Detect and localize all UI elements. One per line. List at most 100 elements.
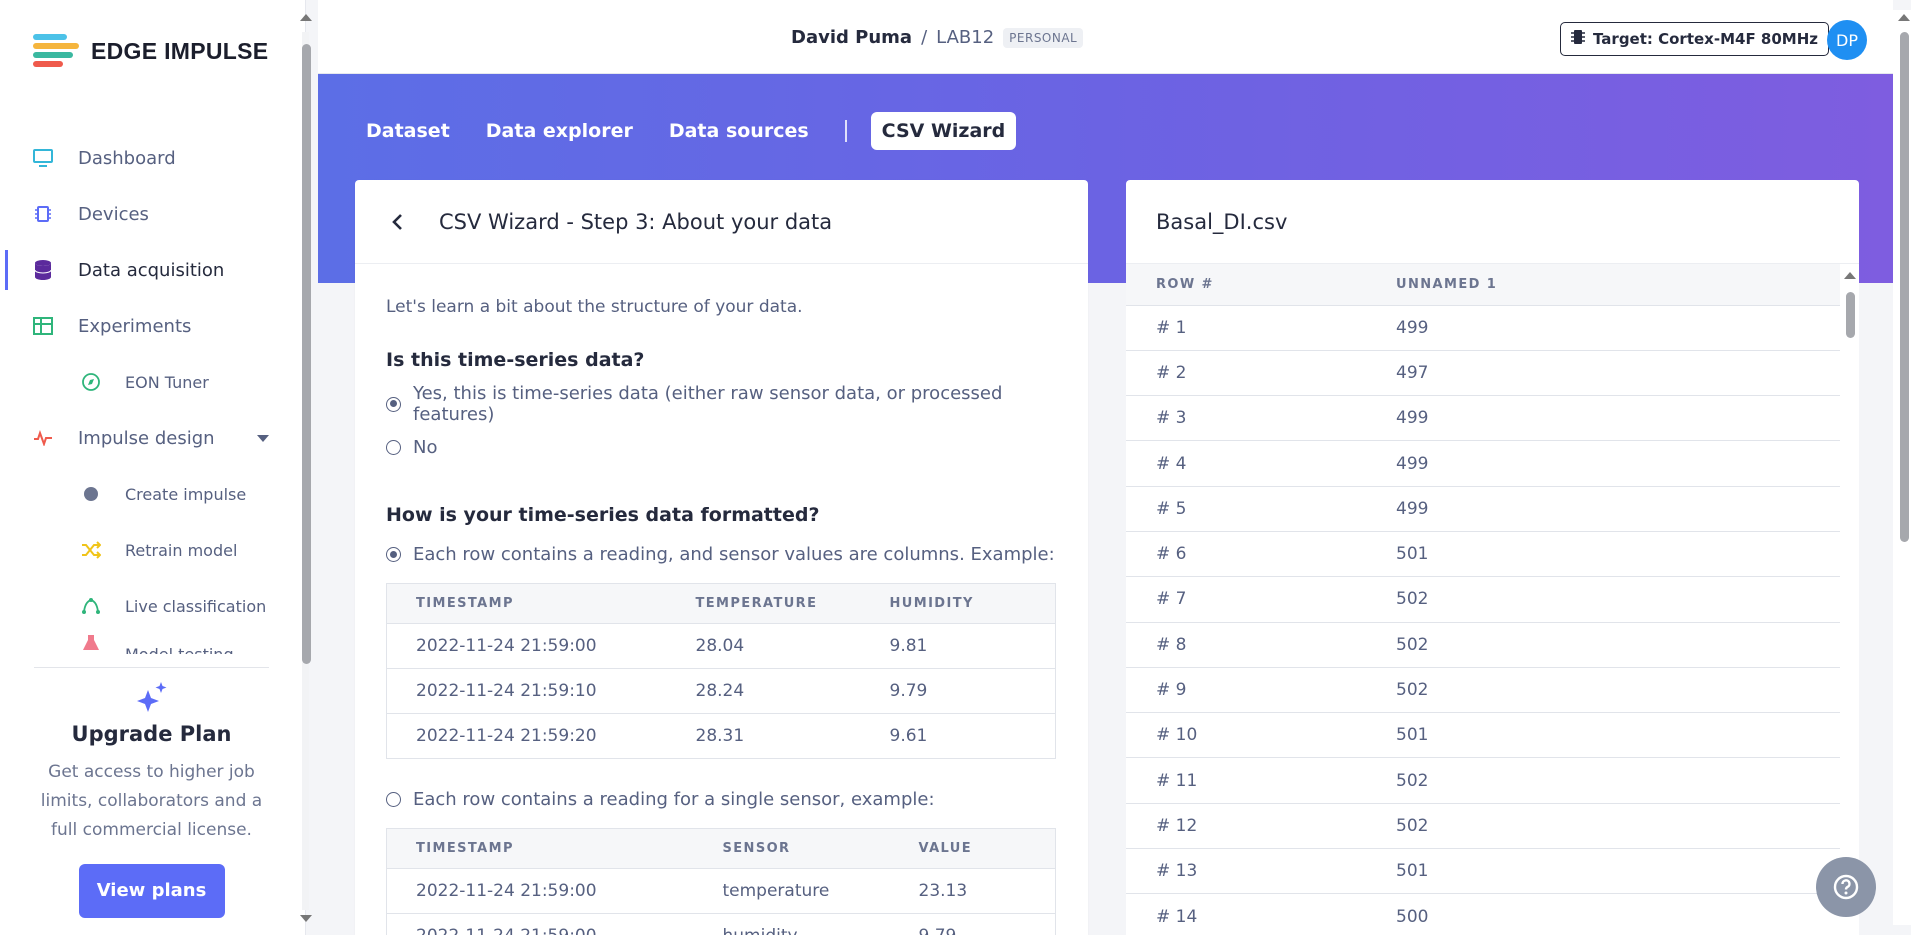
sidebar-item-impulse-design[interactable]: Impulse design — [0, 410, 300, 466]
chevron-left-icon[interactable] — [385, 210, 409, 234]
flask-icon — [80, 634, 102, 654]
sidebar-item-model-testing[interactable]: Model testing — [0, 634, 300, 654]
sidebar-item-retrain-model[interactable]: Retrain model — [0, 522, 300, 578]
column-header: SENSOR — [693, 828, 890, 869]
value-cell: 497 — [1396, 350, 1840, 397]
table-cell: 9.61 — [860, 713, 1056, 759]
column-header: TIMESTAMP — [386, 828, 694, 869]
scroll-down-arrow-icon[interactable] — [300, 915, 312, 922]
column-header: VALUE — [889, 828, 1056, 869]
scroll-thumb[interactable] — [1900, 32, 1909, 542]
row-number-cell: # 7 — [1126, 576, 1396, 623]
scroll-up-arrow-icon[interactable] — [300, 14, 312, 21]
table-row: # 8 502 — [1126, 622, 1840, 668]
card-body: Let's learn a bit about the structure of… — [355, 264, 1088, 935]
csv-preview-card: Basal_DI.csv ROW # UNNAMED 1 # 1 499 # 2 49… — [1126, 180, 1859, 935]
view-plans-button[interactable]: View plans — [78, 864, 225, 918]
help-button[interactable] — [1816, 857, 1876, 917]
value-cell: 501 — [1396, 848, 1840, 895]
breadcrumb: David Puma / LAB12 PERSONAL — [791, 27, 1084, 48]
value-cell: 500 — [1396, 893, 1840, 935]
table-header-row: ROW # UNNAMED 1 — [1126, 264, 1840, 306]
table-cell: 23.13 — [889, 868, 1056, 914]
project-name[interactable]: LAB12 — [936, 27, 994, 48]
csv-preview-table: ROW # UNNAMED 1 # 1 499 # 2 497 # 3 499 # 4 499… — [1126, 264, 1840, 935]
table-row: # 11 502 — [1126, 757, 1840, 804]
row-number-cell: # 4 — [1126, 440, 1396, 487]
table-row: 2022-11-24 21:59:00 temperature 23.13 — [386, 868, 1056, 914]
radio-button[interactable] — [386, 440, 401, 455]
table-cell: 28.31 — [666, 713, 861, 759]
value-cell: 499 — [1396, 395, 1840, 442]
tab-data-explorer[interactable]: Data explorer — [486, 120, 633, 142]
scroll-up-arrow-icon[interactable] — [1844, 272, 1856, 279]
sidebar-item-devices[interactable]: Devices — [0, 186, 300, 242]
card-header: CSV Wizard - Step 3: About your data — [355, 180, 1088, 264]
table-row: 2022-11-24 21:59:20 28.31 9.61 — [386, 713, 1056, 759]
radio-option-single-sensor[interactable]: Each row contains a reading for a single… — [386, 789, 1057, 810]
card-header: Basal_DI.csv — [1126, 180, 1859, 264]
sidebar-scrollbar[interactable] — [298, 10, 312, 925]
radio-option-no[interactable]: No — [386, 437, 1057, 458]
logo[interactable]: EDGE IMPULSE — [33, 34, 268, 68]
table-row: # 4 499 — [1126, 440, 1840, 487]
row-number-cell: # 11 — [1126, 757, 1396, 804]
row-number-cell: # 10 — [1126, 712, 1396, 759]
value-cell: 502 — [1396, 803, 1840, 850]
table-cell: temperature — [693, 868, 890, 914]
radio-button[interactable] — [386, 792, 401, 807]
radio-option-columns[interactable]: Each row contains a reading, and sensor … — [386, 544, 1057, 565]
upgrade-title: Upgrade Plan — [71, 722, 232, 746]
table-header-row: TIMESTAMP SENSOR VALUE — [386, 828, 1056, 869]
table-cell: 2022-11-24 21:59:10 — [386, 668, 667, 714]
target-label: Target: Cortex-M4F 80MHz — [1593, 30, 1818, 48]
radio-button-checked[interactable] — [386, 396, 401, 412]
table-row: # 12 502 — [1126, 803, 1840, 850]
tab-data-sources[interactable]: Data sources — [669, 120, 809, 142]
chip-icon — [32, 203, 54, 225]
csv-preview-table-wrapper[interactable]: ROW # UNNAMED 1 # 1 499 # 2 497 # 3 499 # 4 499… — [1126, 264, 1840, 935]
database-icon — [32, 259, 54, 281]
page-scrollbar[interactable] — [1893, 10, 1911, 925]
sidebar-item-experiments[interactable]: Experiments — [0, 298, 300, 354]
radio-button-checked[interactable] — [386, 547, 401, 562]
sidebar-item-data-acquisition[interactable]: Data acquisition — [0, 242, 300, 298]
question-time-series: Is this time-series data? — [386, 349, 645, 371]
avatar[interactable]: DP — [1827, 20, 1867, 60]
sidebar: EDGE IMPULSE Dashboard Devices Data acqu… — [0, 0, 306, 935]
radio-option-yes[interactable]: Yes, this is time-series data (either ra… — [386, 383, 1057, 425]
sidebar-item-live-classification[interactable]: Live classification — [0, 578, 300, 634]
breadcrumb-separator: / — [921, 27, 928, 48]
network-icon — [80, 595, 102, 617]
chevron-down-icon[interactable] — [257, 435, 269, 442]
sidebar-item-create-impulse[interactable]: Create impulse — [0, 466, 300, 522]
target-device-button[interactable]: Target: Cortex-M4F 80MHz — [1560, 22, 1829, 56]
scroll-thumb[interactable] — [1846, 292, 1855, 338]
upgrade-description: Get access to higher job limits, collabo… — [40, 762, 263, 840]
table-cell: 9.79 — [860, 668, 1056, 714]
shuffle-icon — [80, 539, 102, 561]
row-number-cell: # 14 — [1126, 893, 1396, 935]
sidebar-item-dashboard[interactable]: Dashboard — [0, 130, 300, 186]
dot-icon — [80, 483, 102, 505]
table-row: # 1 499 — [1126, 305, 1840, 351]
column-header: ROW # — [1126, 264, 1396, 306]
tab-dataset[interactable]: Dataset — [366, 120, 450, 142]
tab-csv-wizard[interactable]: CSV Wizard — [870, 112, 1017, 150]
page-title: CSV Wizard - Step 3: About your data — [439, 209, 833, 234]
compass-icon — [80, 371, 102, 393]
table-cell: 2022-11-24 21:59:20 — [386, 713, 667, 759]
sidebar-item-label: Live classification — [125, 596, 267, 616]
table-cell: humidity — [693, 913, 890, 935]
sidebar-item-eon-tuner[interactable]: EON Tuner — [0, 354, 300, 410]
owner-name[interactable]: David Puma — [791, 27, 912, 48]
personal-badge: PERSONAL — [1003, 27, 1084, 48]
table-row: # 10 501 — [1126, 712, 1840, 759]
scroll-thumb[interactable] — [302, 44, 311, 664]
table-scrollbar[interactable] — [1840, 266, 1859, 935]
scroll-up-arrow-icon[interactable] — [1898, 14, 1910, 21]
row-number-cell: # 2 — [1126, 350, 1396, 397]
column-header: HUMIDITY — [860, 583, 1056, 624]
brand-name: EDGE IMPULSE — [91, 37, 269, 64]
table-cell: 2022-11-24 21:59:00 — [386, 623, 667, 669]
